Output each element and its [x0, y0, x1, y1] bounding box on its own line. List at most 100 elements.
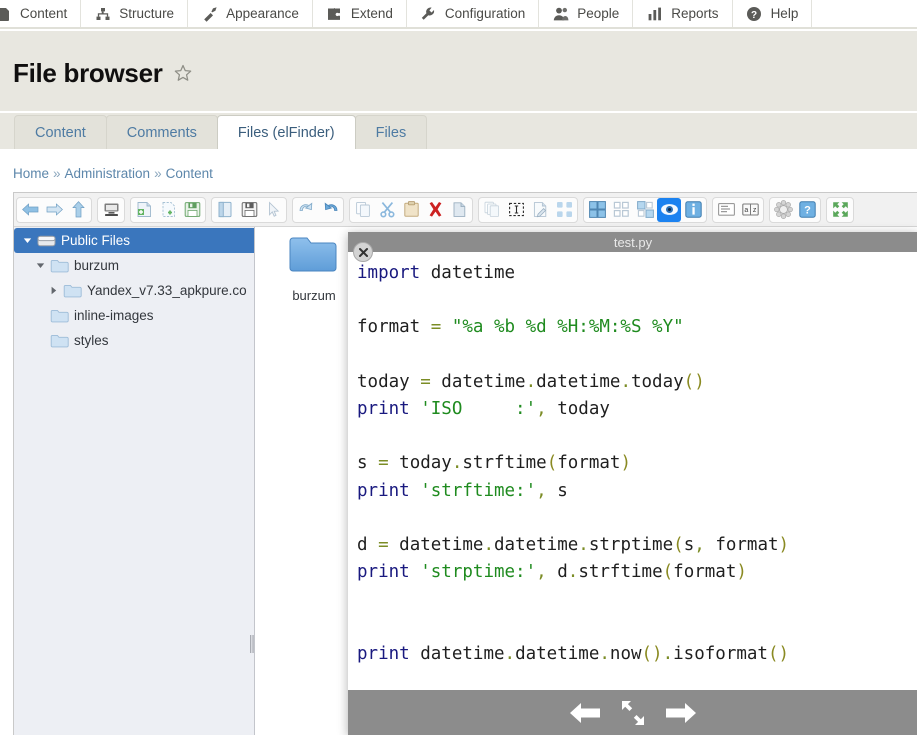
tab-label: Files	[376, 125, 407, 141]
edit-icon[interactable]	[528, 198, 552, 222]
tab-files[interactable]: Files	[355, 115, 428, 149]
forward-icon[interactable]	[42, 198, 66, 222]
close-icon[interactable]	[353, 242, 373, 262]
resize-icon[interactable]	[552, 198, 576, 222]
breadcrumb-item-administration[interactable]: Administration	[65, 166, 151, 181]
view-mixed-icon[interactable]	[633, 198, 657, 222]
view-list-icon[interactable]	[609, 198, 633, 222]
code-token: ()	[642, 644, 663, 664]
code-line: format = "%a %b %d %H:%M:%S %Y"	[357, 314, 917, 341]
help-about-icon[interactable]: ?	[795, 198, 819, 222]
folder-large-icon	[288, 233, 340, 281]
toolbar-group-7	[583, 197, 707, 223]
code-token: today	[631, 372, 684, 392]
code-token: print	[357, 562, 410, 582]
tree-item-label: Yandex_v7.33_apkpure.co	[87, 283, 247, 298]
nav-resize-handle-icon[interactable]	[249, 633, 254, 655]
new-folder-icon[interactable]	[132, 198, 156, 222]
open-icon[interactable]	[213, 198, 237, 222]
tree-item-yandex-v7-33-apkpure-co[interactable]: Yandex_v7.33_apkpure.co	[14, 278, 254, 303]
fullscreen-toggle-icon[interactable]	[618, 698, 648, 728]
code-token	[410, 562, 421, 582]
svg-text:a: a	[744, 207, 748, 214]
elfinder-navbar: Public Filesburzum Yandex_v7.33_apkpure.c…	[14, 227, 255, 735]
code-token: datetime	[410, 644, 505, 664]
code-token: ,	[536, 399, 547, 419]
star-outline-icon[interactable]	[173, 63, 193, 83]
admin-toolbar-item-content[interactable]: Content	[0, 0, 81, 27]
copy-icon[interactable]	[351, 198, 375, 222]
quicklook-icon[interactable]	[657, 198, 681, 222]
admin-toolbar-item-configuration[interactable]: Configuration	[407, 0, 539, 27]
page-title: File browser	[13, 60, 163, 86]
toggle-toolbar-icon[interactable]	[714, 198, 738, 222]
breadcrumb-item-content[interactable]: Content	[166, 166, 213, 181]
paste-icon[interactable]	[399, 198, 423, 222]
admin-toolbar-item-label: Reports	[671, 7, 718, 21]
tab-content[interactable]: Content	[14, 115, 107, 149]
getfile-icon[interactable]	[261, 198, 285, 222]
primary-tabs: Content Comments Files (elFinder) Files	[0, 113, 917, 149]
admin-toolbar-item-label: People	[577, 7, 619, 21]
admin-toolbar-item-label: Structure	[119, 7, 174, 21]
chevron-right-icon[interactable]	[46, 284, 60, 298]
sort-icon[interactable]: az	[738, 198, 762, 222]
page-title-row: File browser	[13, 60, 193, 86]
code-line: s = today.strftime(format)	[357, 450, 917, 477]
file-item-burzum[interactable]: burzum	[269, 233, 359, 303]
code-line: print 'ISO :', today	[357, 396, 917, 423]
help-icon: ?	[746, 5, 763, 22]
undo-icon[interactable]	[294, 198, 318, 222]
tab-comments[interactable]: Comments	[106, 115, 218, 149]
chevron-down-icon[interactable]	[33, 259, 47, 273]
admin-toolbar-item-help[interactable]: ?Help	[733, 0, 813, 27]
tab-label: Comments	[127, 125, 197, 141]
rename-icon[interactable]	[504, 198, 528, 222]
code-token: .	[620, 372, 631, 392]
code-token: datetime	[389, 535, 484, 555]
code-line: today = datetime.datetime.today()	[357, 369, 917, 396]
up-icon[interactable]	[66, 198, 90, 222]
arrow-left-icon[interactable]	[568, 700, 602, 726]
cut-icon[interactable]	[375, 198, 399, 222]
tree-item-public-files[interactable]: Public Files	[14, 228, 254, 253]
chevron-down-icon[interactable]	[20, 234, 34, 248]
duplicate-icon[interactable]	[480, 198, 504, 222]
code-token: .	[452, 453, 463, 473]
admin-toolbar-item-reports[interactable]: Reports	[633, 0, 732, 27]
tree-item-inline-images[interactable]: inline-images	[14, 303, 254, 328]
upload-icon[interactable]	[180, 198, 204, 222]
home-icon[interactable]	[99, 198, 123, 222]
toolbar-filler	[812, 0, 917, 27]
redo-icon[interactable]	[318, 198, 342, 222]
people-icon	[552, 5, 569, 22]
preferences-icon[interactable]	[771, 198, 795, 222]
toolbar-group-4	[292, 197, 344, 223]
tree-item-burzum[interactable]: burzum	[14, 253, 254, 278]
download-icon[interactable]	[237, 198, 261, 222]
code-token: .	[526, 372, 537, 392]
arrow-right-icon[interactable]	[664, 700, 698, 726]
tab-files-elfinder[interactable]: Files (elFinder)	[217, 115, 356, 149]
admin-toolbar-item-extend[interactable]: Extend	[313, 0, 407, 27]
folder-icon	[63, 283, 82, 299]
fullscreen-icon[interactable]	[828, 198, 852, 222]
tree-item-styles[interactable]: styles	[14, 328, 254, 353]
admin-toolbar-item-structure[interactable]: Structure	[81, 0, 188, 27]
tree-item-label: inline-images	[74, 308, 154, 323]
new-file-icon[interactable]	[156, 198, 180, 222]
breadcrumb-item-home[interactable]: Home	[13, 166, 49, 181]
back-icon[interactable]	[18, 198, 42, 222]
empty-icon[interactable]	[447, 198, 471, 222]
delete-icon[interactable]	[423, 198, 447, 222]
code-token: .	[483, 535, 494, 555]
code-token: strftime	[578, 562, 662, 582]
svg-text:?: ?	[751, 9, 757, 20]
admin-toolbar-item-people[interactable]: People	[539, 0, 633, 27]
tab-label: Content	[35, 125, 86, 141]
code-token: print	[357, 644, 410, 664]
admin-toolbar-item-appearance[interactable]: Appearance	[188, 0, 313, 27]
view-icons-icon[interactable]	[585, 198, 609, 222]
svg-text:z: z	[752, 207, 756, 214]
info-icon[interactable]	[681, 198, 705, 222]
